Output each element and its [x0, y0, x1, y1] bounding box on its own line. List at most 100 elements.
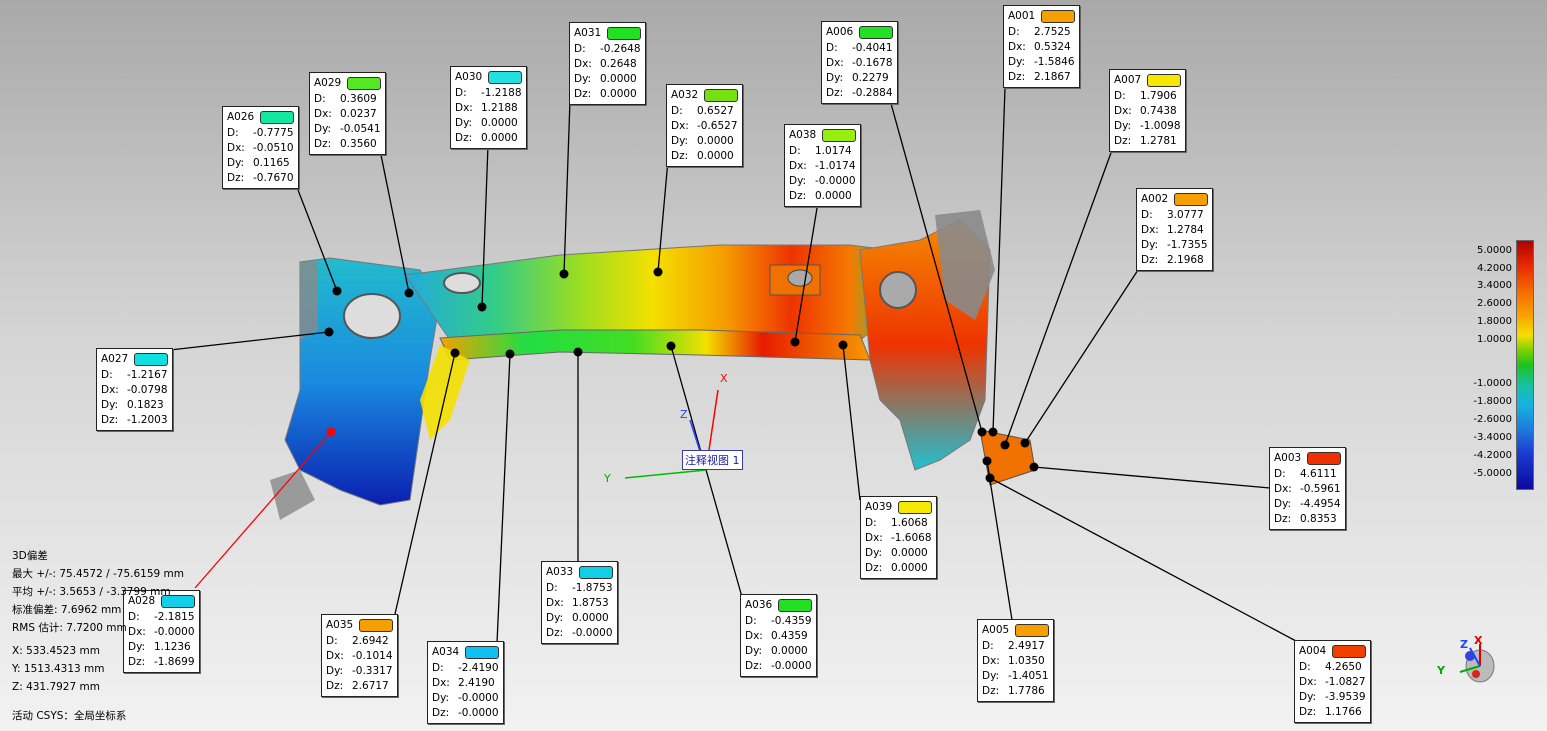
callout-value: 2.1867 — [1034, 71, 1071, 83]
callout-value: -2.4190 — [458, 662, 499, 674]
callout-row-dz: Dz: 0.3560 — [314, 137, 381, 152]
deviation-color-swatch — [1015, 624, 1050, 637]
callout-key: Dy: — [745, 645, 763, 657]
callout-key: Dz: — [455, 132, 473, 144]
legend-tick: 1.8000 — [1477, 316, 1512, 327]
callout-a034[interactable]: A034 D: -2.4190 Dx: 2.4190 Dy: -0.0000 Dz: -0.00… — [427, 641, 505, 724]
callout-key: Dx: — [101, 384, 119, 396]
callout-key: D: — [826, 42, 838, 54]
callout-key: D: — [1274, 468, 1286, 480]
callout-value: 1.2781 — [1140, 135, 1177, 147]
legend-tick: -5.0000 — [1473, 468, 1512, 479]
callout-row-dz: Dz: -0.7670 — [227, 171, 294, 186]
callout-id: A001 — [1008, 10, 1036, 22]
callout-value: 0.7438 — [1140, 105, 1177, 117]
callout-a039[interactable]: A039 D: 1.6068 Dx: -1.6068 Dy: 0.0000 Dz: 0.0000 — [860, 496, 938, 579]
callout-value: -0.4359 — [771, 615, 812, 627]
callout-row-d: D: -0.2648 — [574, 42, 641, 57]
leader-line-a028 — [194, 431, 332, 589]
deviation-color-swatch — [134, 353, 169, 366]
callout-a001[interactable]: A001 D: 2.7525 Dx: 0.5324 Dy: -1.5846 Dz: 2.1867 — [1003, 5, 1081, 88]
callout-row-d: D: 2.4917 — [982, 639, 1049, 654]
callout-row-dz: Dz: -1.2003 — [101, 413, 168, 428]
callout-value: -0.2884 — [852, 87, 893, 99]
callout-header: A007 — [1114, 72, 1182, 89]
callout-row-dy: Dy: -0.3317 — [326, 664, 393, 679]
callout-a006[interactable]: A006 D: -0.4041 Dx: -0.1678 Dy: 0.2279 Dz: -0.28… — [821, 21, 899, 104]
callout-row-dz: Dz: 0.0000 — [574, 87, 641, 102]
callout-row-dx: Dx: 0.2648 — [574, 57, 641, 72]
callout-a026[interactable]: A026 D: -0.7775 Dx: -0.0510 Dy: 0.1165 Dz: -0.76… — [222, 106, 300, 189]
callout-row-dx: Dx: -1.0174 — [789, 159, 856, 174]
deviation-color-swatch — [1307, 452, 1342, 465]
callout-value: 0.3560 — [340, 138, 377, 150]
callout-key: Dz: — [546, 627, 564, 639]
callout-header: A002 — [1141, 191, 1209, 208]
callout-value: 0.0000 — [891, 562, 928, 574]
callout-value: 2.4190 — [458, 677, 495, 689]
callout-key: Dx: — [671, 120, 689, 132]
callout-row-dx: Dx: -0.0000 — [128, 625, 195, 640]
stats-avg: 平均 +/-: 3.5653 / -3.3799 mm — [12, 586, 171, 598]
callout-header: A033 — [546, 564, 614, 581]
callout-key: D: — [1114, 90, 1126, 102]
callout-a035[interactable]: A035 D: 2.6942 Dx: -0.1014 Dy: -0.3317 Dz: 2.671… — [321, 614, 399, 697]
callout-key: Dy: — [128, 641, 146, 653]
deviation-color-swatch — [347, 77, 382, 90]
callout-a002[interactable]: A002 D: 3.0777 Dx: 1.2784 Dy: -1.7355 Dz: 2.1968 — [1136, 188, 1214, 271]
callout-row-dx: Dx: 0.0237 — [314, 107, 381, 122]
annotation-view-label[interactable]: 注释视图 1 — [682, 450, 743, 470]
callout-key: Dy: — [1274, 498, 1292, 510]
callout-value: 0.1165 — [253, 157, 290, 169]
callout-value: 2.1968 — [1167, 254, 1204, 266]
callout-key: D: — [745, 615, 757, 627]
callout-row-dx: Dx: 0.4359 — [745, 629, 812, 644]
callout-value: 0.2648 — [600, 58, 637, 70]
callout-id: A036 — [745, 599, 773, 611]
callout-value: -0.0000 — [458, 707, 499, 719]
callout-key: Dy: — [574, 73, 592, 85]
callout-a036[interactable]: A036 D: -0.4359 Dx: 0.4359 Dy: 0.0000 Dz: -0.000… — [740, 594, 818, 677]
callout-a004[interactable]: A004 D: 4.2650 Dx: -1.0827 Dy: -3.9539 Dz: 1.176… — [1294, 640, 1372, 723]
callout-a038[interactable]: A038 D: 1.0174 Dx: -1.0174 Dy: -0.0000 Dz: 0.000… — [784, 124, 862, 207]
deviation-color-swatch — [359, 619, 394, 632]
callout-row-d: D: -1.2188 — [455, 86, 522, 101]
callout-value: -3.9539 — [1325, 691, 1366, 703]
callout-a031[interactable]: A031 D: -0.2648 Dx: 0.2648 Dy: 0.0000 Dz: 0.0000 — [569, 22, 647, 105]
callout-value: -0.0000 — [458, 692, 499, 704]
callout-a027[interactable]: A027 D: -1.2167 Dx: -0.0798 Dy: 0.1823 Dz: -1.20… — [96, 348, 174, 431]
callout-a005[interactable]: A005 D: 2.4917 Dx: 1.0350 Dy: -1.4051 Dz: 1.7786 — [977, 619, 1055, 702]
callout-row-d: D: -2.1815 — [128, 610, 195, 625]
callout-key: Dy: — [1299, 691, 1317, 703]
callout-row-dz: Dz: 2.6717 — [326, 679, 393, 694]
callout-value: -0.0000 — [572, 627, 613, 639]
callout-row-dy: Dy: -4.4954 — [1274, 497, 1341, 512]
callout-key: D: — [789, 145, 801, 157]
callout-a007[interactable]: A007 D: 1.7906 Dx: 0.7438 Dy: -1.0098 Dz: 1.2781 — [1109, 69, 1187, 152]
callout-value: 0.5324 — [1034, 41, 1071, 53]
callout-value: -0.2648 — [600, 43, 641, 55]
callout-value: 0.0237 — [340, 108, 377, 120]
callout-row-dx: Dx: -0.0510 — [227, 141, 294, 156]
callout-key: Dz: — [826, 87, 844, 99]
callout-a029[interactable]: A029 D: 0.3609 Dx: 0.0237 Dy: -0.0541 Dz: 0.3560 — [309, 72, 387, 155]
callout-value: 1.7786 — [1008, 685, 1045, 697]
callout-value: 0.4359 — [771, 630, 808, 642]
deviation-color-swatch — [778, 599, 813, 612]
callout-row-dy: Dy: 0.0000 — [546, 611, 613, 626]
callout-a003[interactable]: A003 D: 4.6111 Dx: -0.5961 Dy: -4.4954 Dz: 0.835… — [1269, 447, 1347, 530]
color-legend: 5.0000 4.2000 3.4000 2.6000 1.8000 1.000… — [1472, 238, 1542, 490]
callout-a033[interactable]: A033 D: -1.8753 Dx: 1.8753 Dy: 0.0000 Dz: -0.000… — [541, 561, 619, 644]
callout-a028[interactable]: A028 D: -2.1815 Dx: -0.0000 Dy: 1.1236 Dz: -1.86… — [123, 590, 201, 673]
callout-value: -1.6068 — [891, 532, 932, 544]
callout-key: Dy: — [826, 72, 844, 84]
callout-value: -1.8753 — [572, 582, 613, 594]
callout-row-dy: Dy: 1.1236 — [128, 640, 195, 655]
callout-row-d: D: -2.4190 — [432, 661, 499, 676]
callout-row-dx: Dx: 0.5324 — [1008, 40, 1075, 55]
callout-a030[interactable]: A030 D: -1.2188 Dx: 1.2188 Dy: 0.0000 Dz: 0.0000 — [450, 66, 528, 149]
callout-key: Dx: — [326, 650, 344, 662]
callout-header: A004 — [1299, 643, 1367, 660]
stats-rms: RMS 估计: 7.7200 mm — [12, 622, 127, 634]
callout-a032[interactable]: A032 D: 0.6527 Dx: -0.6527 Dy: 0.0000 Dz: 0.0000 — [666, 84, 744, 167]
